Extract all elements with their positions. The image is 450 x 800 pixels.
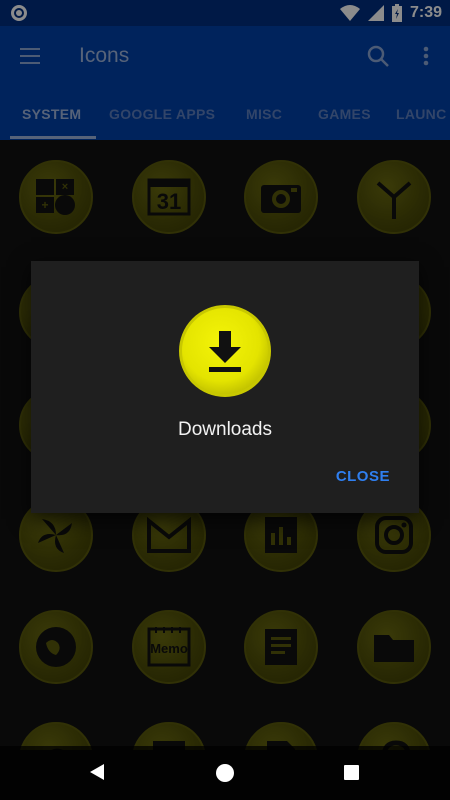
calendar-date: 31 [157,189,181,214]
clock: 7:39 [409,4,442,21]
close-button[interactable]: CLOSE [336,468,390,485]
globe-icon [36,627,76,667]
download-icon [209,331,241,372]
navigation-bar [0,746,450,800]
tab-bar: SYSTEM GOOGLE APPS MISC GAMES LAUNC [0,88,450,140]
calculator-app-icon[interactable]: + × [19,160,93,234]
tab-google-apps[interactable]: GOOGLE APPS [109,106,215,122]
search-icon[interactable] [367,45,389,67]
svg-text:×: × [62,181,68,193]
status-icons: 7:39 [339,3,442,23]
home-icon[interactable] [216,764,234,782]
app-bar: Icons [0,26,450,88]
recent-apps-icon[interactable] [344,765,359,780]
memo-icon: Memo [147,627,191,667]
notification-icon [11,5,27,21]
wifi-icon [339,5,360,21]
camera-icon [261,185,301,213]
downloads-app-icon [179,305,271,397]
tab-games[interactable]: GAMES [318,106,371,122]
document-icon [265,629,297,665]
svg-text:+: + [41,198,48,212]
camera-app-icon[interactable] [244,160,318,234]
folder-icon [374,635,414,662]
calendar-icon: 31 [147,178,191,216]
tab-launchers[interactable]: LAUNC [396,106,447,122]
back-icon[interactable] [90,764,104,780]
earth-app-icon[interactable] [19,610,93,684]
memo-label: Memo [150,641,188,656]
status-bar: 7:39 [0,0,450,26]
files-app-icon[interactable] [357,610,431,684]
pinwheel-icon [38,519,72,553]
chart-doc-icon [265,517,297,553]
battery-icon [391,4,402,22]
tab-system[interactable]: SYSTEM [22,106,81,122]
signal-icon [367,5,384,21]
calculator-icon: +× [36,179,75,215]
icon-preview-dialog: Downloads CLOSE [31,261,419,513]
dialog-title: Downloads [178,419,272,440]
browser-icon [376,181,412,219]
docs-app-icon[interactable] [244,610,318,684]
hamburger-menu-icon[interactable] [20,48,40,64]
instagram-icon [375,516,413,554]
chrome-app-icon[interactable] [357,160,431,234]
calendar-app-icon[interactable]: 31 [132,160,206,234]
mail-icon [147,517,191,553]
tab-misc[interactable]: MISC [246,106,282,122]
memo-app-icon[interactable]: Memo [132,610,206,684]
more-vert-icon[interactable] [420,44,432,68]
tab-indicator [10,136,96,139]
page-title: Icons [79,44,130,67]
